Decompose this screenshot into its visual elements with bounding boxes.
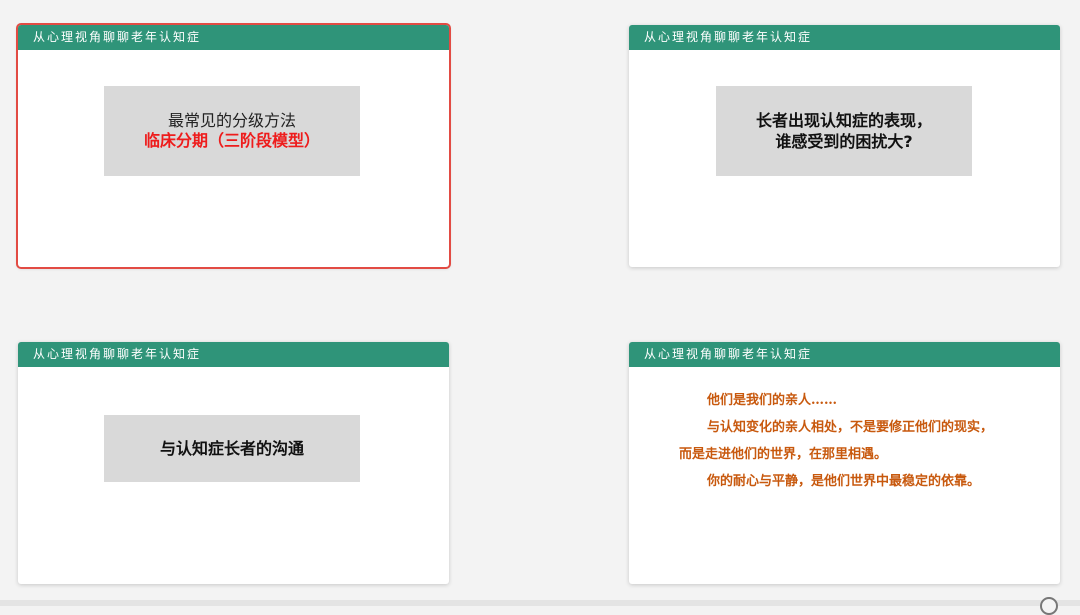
- subtitle-line: 临床分期（三阶段模型）: [143, 131, 320, 150]
- quote-paragraph: 而是走进他们的世界，在那里相遇。: [679, 447, 888, 462]
- circle-icon[interactable]: [1040, 597, 1058, 615]
- slide-thumbnail-1[interactable]: 从心理视角聊聊老年认知症 最常见的分级方法 临床分期（三阶段模型）: [18, 25, 449, 267]
- title-box: 与认知症长者的沟通: [104, 415, 360, 482]
- title-line: 与认知症长者的沟通: [159, 439, 304, 458]
- title-box: 最常见的分级方法 临床分期（三阶段模型）: [104, 86, 360, 176]
- title-box: 长者出现认知症的表现， 谁感受到的困扰大?: [716, 86, 972, 176]
- slide-thumbnail-3[interactable]: 从心理视角聊聊老年认知症 与认知症长者的沟通: [18, 342, 449, 584]
- title-line: 谁感受到的困扰大?: [775, 132, 913, 151]
- slide-header: 从心理视角聊聊老年认知症: [629, 342, 1060, 367]
- slide-header: 从心理视角聊聊老年认知症: [18, 25, 449, 50]
- horizontal-scrollbar[interactable]: [0, 600, 1080, 606]
- slide-header: 从心理视角聊聊老年认知症: [629, 25, 1060, 50]
- quote-text: 他们是我们的亲人…… 与认知变化的亲人相处，不是要修正他们的现实， 而是走进他们…: [679, 387, 1049, 495]
- quote-paragraph: 他们是我们的亲人……: [707, 393, 838, 408]
- slide-thumbnail-4[interactable]: 从心理视角聊聊老年认知症 他们是我们的亲人…… 与认知变化的亲人相处，不是要修正…: [629, 342, 1060, 584]
- title-line: 长者出现认知症的表现，: [755, 111, 932, 130]
- quote-paragraph: 你的耐心与平静，是他们世界中最稳定的依靠。: [707, 474, 981, 489]
- quote-paragraph: 与认知变化的亲人相处，不是要修正他们的现实，: [707, 420, 994, 435]
- slide-header: 从心理视角聊聊老年认知症: [18, 342, 449, 367]
- slide-thumbnail-2[interactable]: 从心理视角聊聊老年认知症 长者出现认知症的表现， 谁感受到的困扰大?: [629, 25, 1060, 267]
- title-line: 最常见的分级方法: [167, 111, 296, 130]
